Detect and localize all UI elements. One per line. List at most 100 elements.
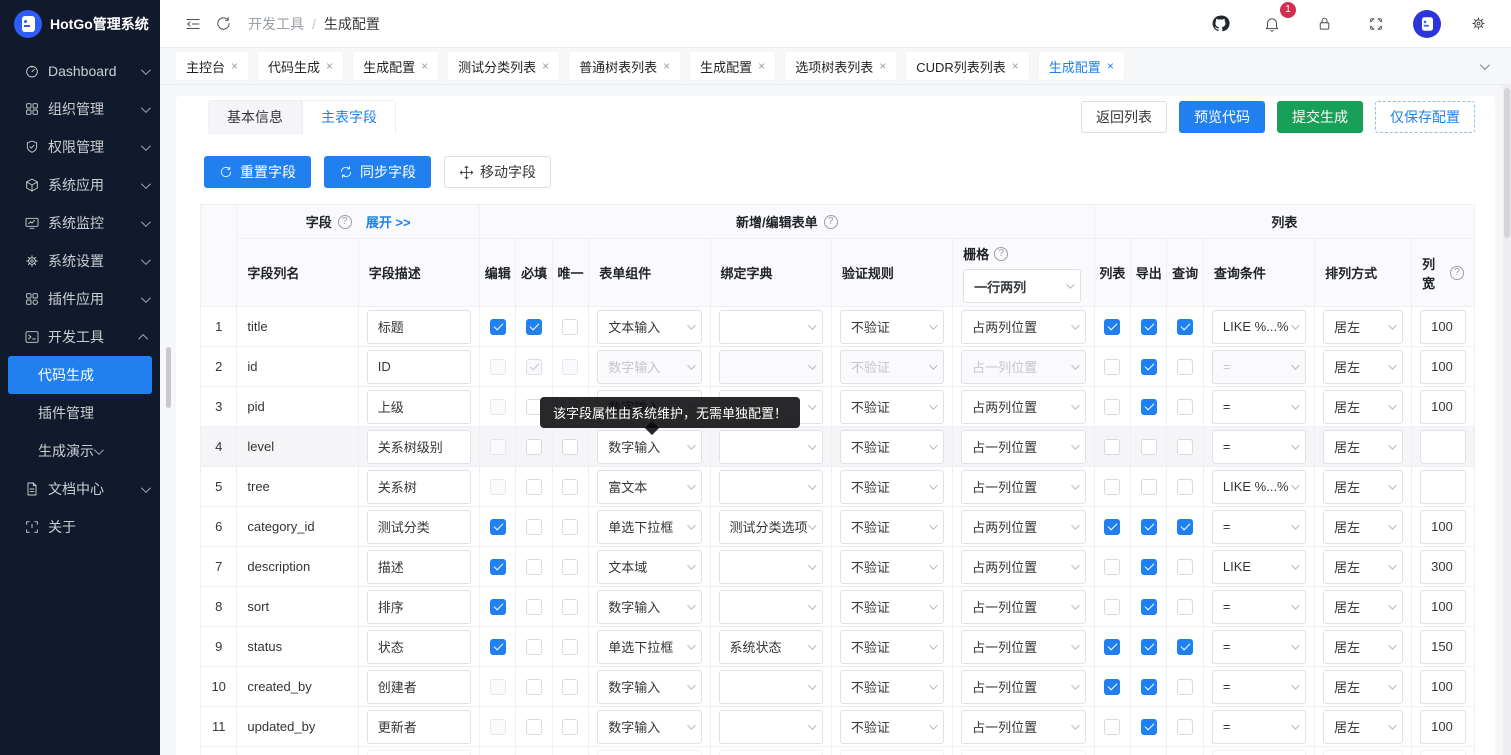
field-desc-input[interactable] [367, 750, 471, 755]
query-checkbox[interactable] [1177, 359, 1193, 375]
query-cond-select[interactable]: LIKE [1212, 550, 1306, 584]
query-checkbox[interactable] [1177, 559, 1193, 575]
query-checkbox[interactable] [1177, 639, 1193, 655]
page-tab-生成配置[interactable]: 生成配置× [353, 52, 438, 80]
align-select[interactable]: 居左 [1323, 590, 1403, 624]
list-checkbox[interactable] [1104, 319, 1120, 335]
align-select[interactable]: 居左 [1323, 390, 1403, 424]
rule-select[interactable]: 不验证 [840, 510, 944, 544]
width-input[interactable] [1420, 310, 1466, 344]
width-input[interactable] [1420, 550, 1466, 584]
query-checkbox[interactable] [1177, 519, 1193, 535]
card-tab-基本信息[interactable]: 基本信息 [208, 100, 302, 134]
query-checkbox[interactable] [1177, 439, 1193, 455]
page-tab-生成配置[interactable]: 生成配置× [1039, 52, 1124, 80]
unique-checkbox[interactable] [562, 319, 578, 335]
sync-fields-button[interactable]: 同步字段 [324, 156, 431, 188]
unique-checkbox[interactable] [562, 679, 578, 695]
dict-select[interactable]: 测试分类选项 [719, 510, 823, 544]
list-checkbox[interactable] [1104, 479, 1120, 495]
edit-checkbox[interactable] [490, 439, 506, 455]
dict-select[interactable] [719, 550, 823, 584]
list-checkbox[interactable] [1104, 639, 1120, 655]
width-input[interactable] [1420, 590, 1466, 624]
back-to-list-button[interactable]: 返回列表 [1081, 101, 1167, 133]
field-desc-input[interactable] [367, 670, 471, 704]
page-tab-代码生成[interactable]: 代码生成× [258, 52, 343, 80]
tab-close-icon[interactable]: × [421, 59, 428, 73]
app-logo[interactable]: HotGo管理系统 [0, 0, 160, 48]
align-select[interactable]: 居左 [1323, 310, 1403, 344]
width-input[interactable] [1420, 350, 1466, 384]
refresh-icon[interactable] [208, 9, 238, 39]
query-cond-select[interactable]: = [1212, 590, 1306, 624]
tab-close-icon[interactable]: × [1012, 59, 1019, 73]
export-checkbox[interactable] [1141, 639, 1157, 655]
export-checkbox[interactable] [1141, 439, 1157, 455]
unique-checkbox[interactable] [562, 359, 578, 375]
list-checkbox[interactable] [1104, 679, 1120, 695]
edit-checkbox[interactable] [490, 559, 506, 575]
dict-select[interactable] [719, 350, 823, 384]
field-desc-input[interactable] [367, 390, 471, 424]
sidebar-item-插件应用[interactable]: 插件应用 [0, 280, 160, 318]
required-checkbox[interactable] [526, 519, 542, 535]
list-checkbox[interactable] [1104, 519, 1120, 535]
grid-position-select[interactable]: 占两列位置 [961, 390, 1086, 424]
component-select[interactable]: 数字输入 [597, 670, 701, 704]
unique-checkbox[interactable] [562, 559, 578, 575]
width-input[interactable] [1420, 510, 1466, 544]
unique-checkbox[interactable] [562, 719, 578, 735]
page-tab-CUDR列表列表[interactable]: CUDR列表列表× [906, 52, 1029, 80]
unique-checkbox[interactable] [562, 439, 578, 455]
export-checkbox[interactable] [1141, 319, 1157, 335]
edit-checkbox[interactable] [490, 639, 506, 655]
dict-select[interactable] [719, 710, 823, 744]
grid-position-select[interactable]: 占一列位置 [961, 710, 1086, 744]
sidebar-item-关于[interactable]: 关于 [0, 508, 160, 546]
grid-position-select[interactable]: 占一列位置 [961, 670, 1086, 704]
tabbar-dropdown-icon[interactable] [1480, 57, 1495, 75]
dict-select[interactable] [719, 430, 823, 464]
dict-select[interactable] [719, 670, 823, 704]
sidebar-item-系统应用[interactable]: 系统应用 [0, 166, 160, 204]
grid-position-select[interactable] [961, 750, 1086, 755]
query-cond-select[interactable]: = [1212, 390, 1306, 424]
field-desc-input[interactable] [367, 350, 471, 384]
field-desc-input[interactable] [367, 510, 471, 544]
width-input[interactable] [1420, 430, 1466, 464]
page-tab-测试分类列表[interactable]: 测试分类列表× [448, 52, 559, 80]
align-select[interactable]: 居左 [1323, 430, 1403, 464]
required-checkbox[interactable] [526, 439, 542, 455]
export-checkbox[interactable] [1141, 719, 1157, 735]
edit-checkbox[interactable] [490, 679, 506, 695]
required-checkbox[interactable] [526, 599, 542, 615]
grid-layout-select[interactable]: 一行两列 [963, 269, 1081, 303]
unique-checkbox[interactable] [562, 599, 578, 615]
component-select[interactable]: 数字输入 [597, 430, 701, 464]
align-select[interactable]: 居左 [1323, 550, 1403, 584]
field-desc-input[interactable] [367, 550, 471, 584]
grid-position-select[interactable]: 占一列位置 [961, 470, 1086, 504]
tab-close-icon[interactable]: × [758, 59, 765, 73]
query-cond-select[interactable]: = [1212, 510, 1306, 544]
sidebar-subitem-生成演示[interactable]: 生成演示 [0, 432, 160, 470]
width-input[interactable] [1420, 670, 1466, 704]
component-select[interactable]: 文本输入 [597, 310, 701, 344]
query-checkbox[interactable] [1177, 679, 1193, 695]
tab-close-icon[interactable]: × [663, 59, 670, 73]
query-cond-select[interactable] [1212, 750, 1306, 755]
align-select[interactable] [1323, 750, 1403, 755]
breadcrumb-section[interactable]: 开发工具 [248, 14, 304, 34]
help-icon[interactable] [338, 215, 352, 229]
required-checkbox[interactable] [526, 559, 542, 575]
width-input[interactable] [1420, 710, 1466, 744]
page-tab-生成配置[interactable]: 生成配置× [690, 52, 775, 80]
sidebar-item-开发工具[interactable]: 开发工具 [0, 318, 160, 356]
width-input[interactable] [1420, 630, 1466, 664]
grid-position-select[interactable]: 占一列位置 [961, 630, 1086, 664]
card-tab-主表字段[interactable]: 主表字段 [302, 100, 396, 134]
field-desc-input[interactable] [367, 710, 471, 744]
reset-fields-button[interactable]: 重置字段 [204, 156, 311, 188]
page-tab-主控台[interactable]: 主控台× [176, 52, 248, 80]
